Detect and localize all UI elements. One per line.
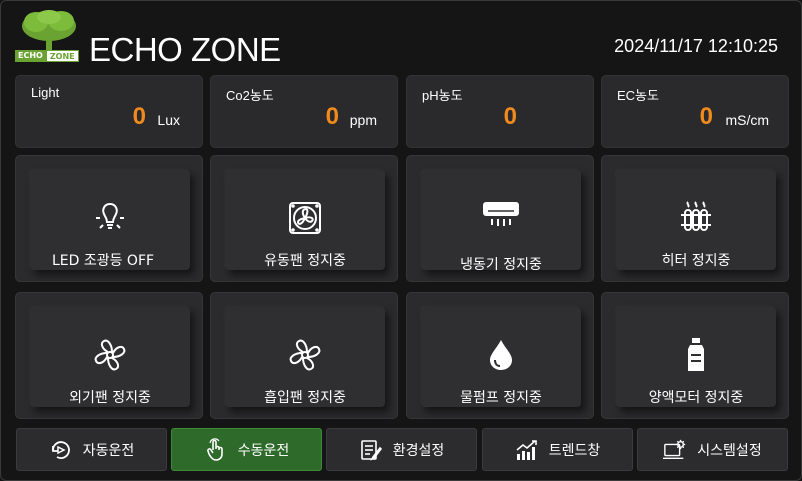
sensor-label: EC농도 (617, 88, 659, 103)
nav-environment-settings-button[interactable]: 환경설정 (326, 428, 477, 471)
device-label: LED 조광등 OFF (51, 253, 155, 269)
nav-label: 시스템설정 (697, 442, 762, 459)
air-conditioner-icon (481, 194, 521, 234)
device-tile-exhaust-fan[interactable]: 외기팬 정지중 (15, 292, 203, 419)
device-button-nutrient-motor[interactable]: 양액모터 정지중 (616, 307, 776, 407)
fan-icon (285, 335, 325, 375)
sensor-card-ec: EC농도 0 mS/cm (601, 75, 789, 148)
hand-pointer-icon (204, 437, 228, 462)
logo-badge-echo: ECHO (15, 50, 46, 62)
sensor-value: 0 (325, 103, 339, 130)
current-datetime: 2024/11/17 12:10:25 (614, 36, 778, 56)
sensor-unit: mS/cm (725, 112, 769, 128)
nav-trend-button[interactable]: 트렌드창 (482, 428, 633, 471)
sensor-unit: ppm (349, 112, 377, 128)
tree-logo-icon (22, 10, 76, 50)
water-drop-icon (481, 335, 521, 375)
echo-zone-logo: ECHO ZONE (15, 10, 81, 62)
nav-system-settings-button[interactable]: 시스템설정 (637, 428, 788, 471)
device-button-heater[interactable]: 히터 정지중 (616, 170, 776, 270)
nav-auto-mode-button[interactable]: 자동운전 (16, 428, 167, 471)
device-tile-led[interactable]: LED 조광등 OFF (15, 155, 203, 282)
device-button-water-pump[interactable]: 물펌프 정지중 (421, 307, 581, 407)
sensor-card-ph: pH농도 0 (406, 75, 594, 148)
trend-chart-icon (515, 438, 539, 462)
sensor-label: Co2농도 (226, 88, 274, 103)
device-tile-heater[interactable]: 히터 정지중 (601, 155, 789, 282)
device-button-exhaust-fan[interactable]: 외기팬 정지중 (30, 307, 190, 407)
device-tile-chiller[interactable]: 냉동기 정지중 (406, 155, 594, 282)
device-label: 양액모터 정지중 (648, 390, 744, 406)
device-tile-circulation-fan[interactable]: 유동팬 정지중 (210, 155, 398, 282)
sensor-label: pH농도 (422, 88, 463, 103)
system-settings-icon (663, 438, 687, 462)
nav-label: 자동운전 (82, 442, 135, 459)
device-tile-intake-fan[interactable]: 흡입팬 정지중 (210, 292, 398, 419)
sensor-value: 0 (132, 103, 146, 130)
sensor-value: 0 (699, 103, 713, 130)
sensor-card-light: Light 0 Lux (15, 75, 203, 148)
device-tile-water-pump[interactable]: 물펌프 정지중 (406, 292, 594, 419)
device-button-led[interactable]: LED 조광등 OFF (30, 170, 190, 270)
nav-label: 수동운전 (237, 442, 290, 459)
sensor-label: Light (31, 85, 60, 100)
device-label: 유동팬 정지중 (264, 253, 346, 269)
nav-label: 트렌드창 (548, 442, 601, 459)
sensor-unit: Lux (157, 112, 180, 128)
device-label: 냉동기 정지중 (460, 257, 542, 273)
device-button-chiller[interactable]: 냉동기 정지중 (421, 170, 581, 273)
fan-box-icon (285, 198, 325, 238)
device-button-circulation-fan[interactable]: 유동팬 정지중 (225, 170, 385, 270)
bottle-icon (676, 335, 716, 375)
device-button-intake-fan[interactable]: 흡입팬 정지중 (225, 307, 385, 407)
device-label: 물펌프 정지중 (460, 390, 542, 406)
nav-manual-mode-button[interactable]: 수동운전 (171, 428, 322, 471)
nav-label: 환경설정 (392, 442, 445, 459)
device-label: 외기팬 정지중 (69, 390, 151, 406)
heater-icon (676, 198, 716, 238)
device-label: 흡입팬 정지중 (264, 390, 346, 406)
auto-icon (49, 438, 73, 462)
bulb-icon (90, 198, 130, 238)
settings-doc-icon (359, 438, 383, 462)
logo-badge-zone: ZONE (45, 50, 79, 62)
device-label: 히터 정지중 (661, 253, 731, 269)
device-tile-nutrient-motor[interactable]: 양액모터 정지중 (601, 292, 789, 419)
fan-icon (90, 335, 130, 375)
sensor-card-co2: Co2농도 0 ppm (210, 75, 398, 148)
sensor-value: 0 (503, 103, 517, 130)
brand-title: ECHO ZONE (89, 31, 281, 68)
